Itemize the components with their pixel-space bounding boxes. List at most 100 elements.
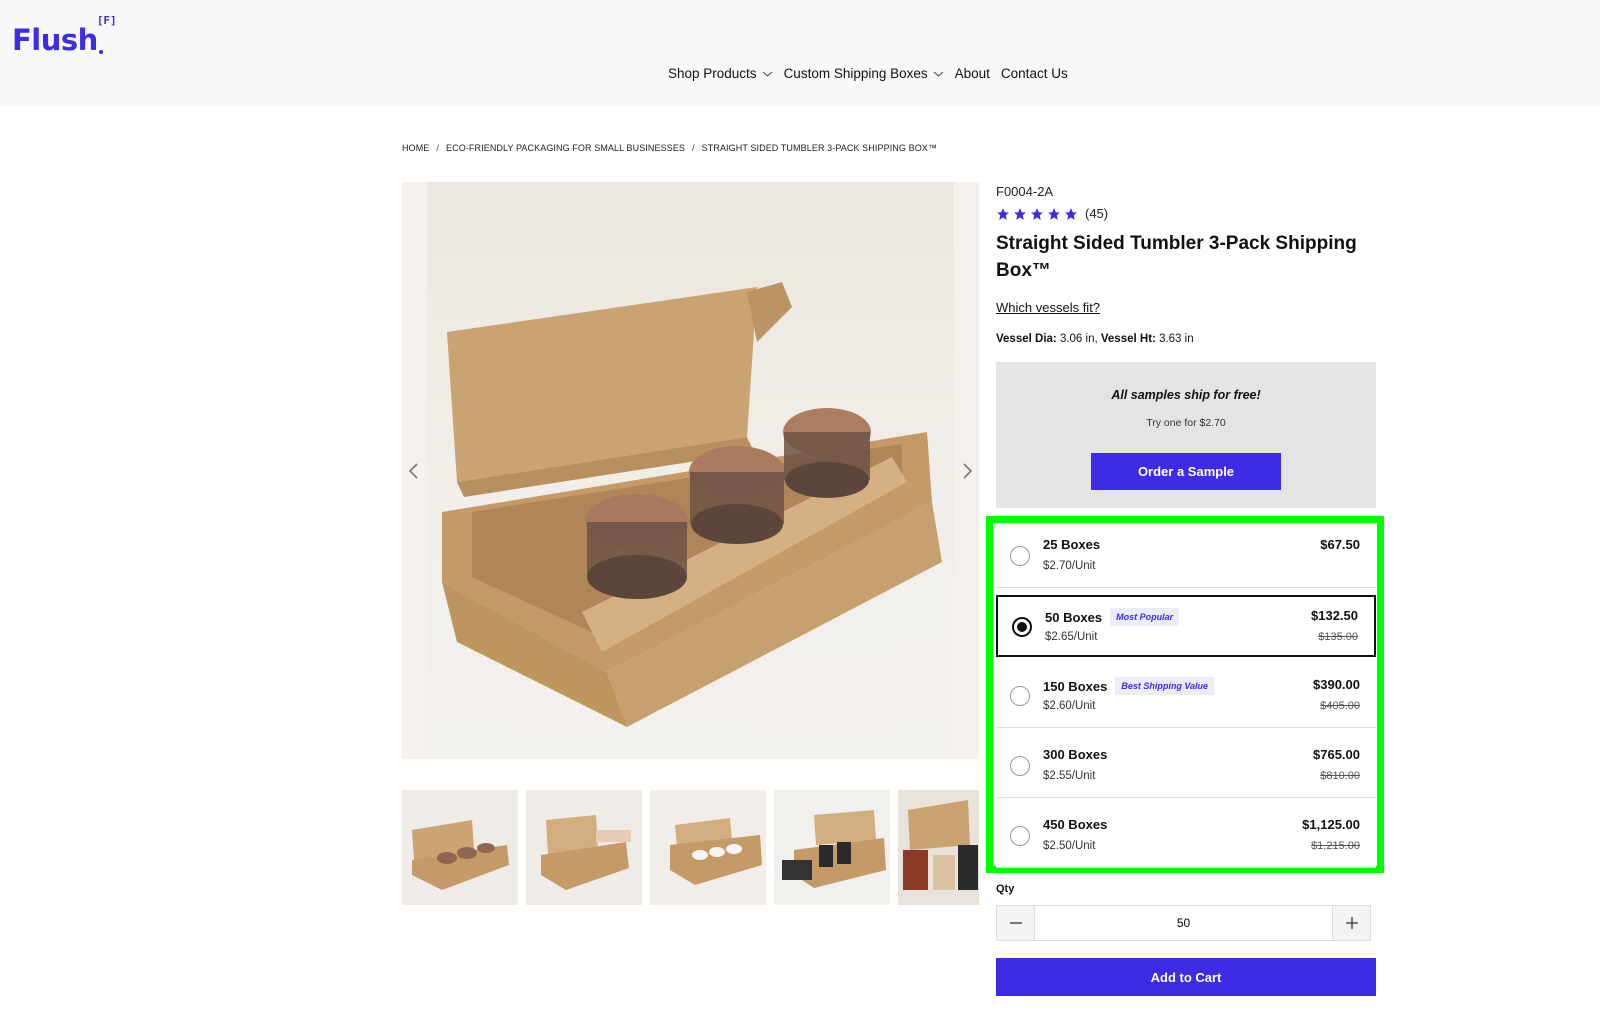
thumbnail-image xyxy=(650,790,766,905)
qty-label: Qty xyxy=(996,883,1015,895)
brand-logo[interactable]: Flush [F] xyxy=(12,14,117,66)
nav-contact-us[interactable]: Contact Us xyxy=(1001,66,1068,81)
option-name-text: 25 Boxes xyxy=(1043,537,1101,552)
product-sku: F0004-2A xyxy=(996,184,1054,199)
chevron-left-icon[interactable] xyxy=(406,462,422,480)
option-old-price: $405.00 xyxy=(1320,700,1360,712)
order-sample-button[interactable]: Order a Sample xyxy=(1091,453,1281,490)
option-price: $67.50 xyxy=(1320,537,1360,552)
nav-label: Shop Products xyxy=(668,66,757,81)
thumbnail-image xyxy=(898,790,979,905)
star-icon xyxy=(1048,207,1060,220)
nav-label: Contact Us xyxy=(1000,66,1068,81)
option-radio[interactable] xyxy=(1010,826,1030,846)
thumbnail-4[interactable] xyxy=(774,790,890,905)
brand-mark: [F] xyxy=(96,14,117,27)
option-old-price: $135.00 xyxy=(1318,631,1358,643)
breadcrumb-separator: / xyxy=(692,143,695,153)
option-price: $132.50 xyxy=(1311,608,1358,623)
option-unit-price: $2.65/Unit xyxy=(1045,631,1098,643)
thumbnail-3[interactable] xyxy=(650,790,766,905)
sample-title: All samples ship for free! xyxy=(1111,388,1261,402)
vessel-ht-value: 3.63 in xyxy=(1159,333,1194,345)
thumbnail-strip xyxy=(402,790,979,905)
option-price: $390.00 xyxy=(1313,677,1360,692)
option-old-price: $810.00 xyxy=(1320,770,1360,782)
thumbnail-5[interactable] xyxy=(898,790,979,905)
nav-custom-shipping-boxes[interactable]: Custom Shipping Boxes xyxy=(784,66,944,81)
rating-count: (45) xyxy=(1085,206,1109,221)
star-icon xyxy=(1031,207,1043,220)
quantity-stepper xyxy=(996,905,1371,941)
chevron-down-icon xyxy=(762,71,772,77)
option-150-boxes[interactable]: 150 Boxes Best Shipping Value $2.60/Unit … xyxy=(996,666,1376,728)
nav-label: Custom Shipping Boxes xyxy=(783,66,928,81)
thumbnail-image xyxy=(526,790,642,905)
chevron-right-icon[interactable] xyxy=(959,462,975,480)
option-name: 300 Boxes xyxy=(1043,747,1107,762)
option-unit-price: $2.55/Unit xyxy=(1043,770,1096,782)
add-to-cart-button[interactable]: Add to Cart xyxy=(996,958,1376,996)
product-photo-box xyxy=(442,282,942,727)
minus-icon xyxy=(1009,922,1022,924)
option-name-text: 50 Boxes xyxy=(1045,609,1103,625)
vessel-dimensions: Vessel Dia: 3.06 in, Vessel Ht: 3.63 in xyxy=(996,333,1194,345)
site-header: Flush [F] Shop Products Custom Shipping … xyxy=(0,0,1600,106)
option-price: $765.00 xyxy=(1313,747,1360,762)
option-radio[interactable] xyxy=(1010,686,1030,706)
thumbnail-image xyxy=(402,790,518,905)
star-icon xyxy=(997,207,1009,220)
plus-icon xyxy=(1345,917,1358,929)
option-name: 450 Boxes xyxy=(1043,817,1107,832)
product-rating[interactable]: (45) xyxy=(996,206,1108,221)
breadcrumb: HOME / ECO-FRIENDLY PACKAGING FOR SMALL … xyxy=(402,143,937,153)
option-name: 150 Boxes Best Shipping Value xyxy=(1043,677,1215,695)
thumbnail-1[interactable] xyxy=(402,790,518,905)
option-radio[interactable] xyxy=(1010,546,1030,566)
option-name-text: 450 Boxes xyxy=(1043,817,1108,832)
option-unit-price: $2.70/Unit xyxy=(1043,560,1096,572)
option-name-text: 150 Boxes xyxy=(1043,678,1108,694)
breadcrumb-current: STRAIGHT SIDED TUMBLER 3-PACK SHIPPING B… xyxy=(701,143,938,153)
which-vessels-fit-link[interactable]: Which vessels fit? xyxy=(996,300,1100,315)
most-popular-badge: Most Popular xyxy=(1110,608,1180,626)
option-old-price: $1,215.00 xyxy=(1311,840,1360,852)
product-title: Straight Sided Tumbler 3-Pack Shipping B… xyxy=(996,233,1357,281)
breadcrumb-separator: / xyxy=(436,143,440,153)
option-300-boxes[interactable]: 300 Boxes $2.55/Unit $765.00 $810.00 xyxy=(996,736,1376,798)
star-icon xyxy=(1014,207,1026,220)
chevron-down-icon xyxy=(933,71,943,77)
vessel-dia-value: 3.06 in, xyxy=(1059,333,1098,345)
product-main-image xyxy=(402,182,979,759)
breadcrumb-category[interactable]: ECO-FRIENDLY PACKAGING FOR SMALL BUSINES… xyxy=(446,143,685,153)
vessel-ht-label: Vessel Ht: xyxy=(1100,333,1156,345)
nav-about[interactable]: About xyxy=(955,66,990,81)
vessel-dia-label: Vessel Dia: xyxy=(996,333,1057,345)
option-name-text: 300 Boxes xyxy=(1043,747,1108,762)
sample-subtitle: Try one for $2.70 xyxy=(1146,417,1226,429)
qty-input[interactable] xyxy=(1034,906,1333,940)
option-450-boxes[interactable]: 450 Boxes $2.50/Unit $1,125.00 $1,215.00 xyxy=(996,806,1376,868)
breadcrumb-home[interactable]: HOME xyxy=(402,143,429,153)
option-radio-selected[interactable] xyxy=(1012,617,1032,637)
star-icon xyxy=(1065,207,1077,220)
qty-decrement-button[interactable] xyxy=(997,906,1034,940)
nav-label: About xyxy=(954,66,990,81)
best-shipping-value-badge: Best Shipping Value xyxy=(1115,677,1215,695)
option-50-boxes[interactable]: 50 Boxes Most Popular $2.65/Unit $132.50 … xyxy=(996,595,1376,657)
option-radio[interactable] xyxy=(1010,756,1030,776)
option-name: 50 Boxes Most Popular xyxy=(1045,608,1180,626)
brand-name: Flush xyxy=(12,23,98,57)
option-25-boxes[interactable]: 25 Boxes $2.70/Unit $67.50 xyxy=(996,526,1376,588)
nav-shop-products[interactable]: Shop Products xyxy=(668,66,773,81)
main-nav: Shop Products Custom Shipping Boxes Abou… xyxy=(668,66,1068,81)
option-price: $1,125.00 xyxy=(1302,817,1360,832)
thumbnail-2[interactable] xyxy=(526,790,642,905)
option-unit-price: $2.60/Unit xyxy=(1043,700,1096,712)
qty-increment-button[interactable] xyxy=(1333,906,1370,940)
option-unit-price: $2.50/Unit xyxy=(1043,840,1096,852)
sample-panel: All samples ship for free! Try one for $… xyxy=(996,362,1376,508)
thumbnail-image xyxy=(774,790,890,905)
logo-dot xyxy=(98,50,103,54)
option-name: 25 Boxes xyxy=(1043,537,1100,552)
